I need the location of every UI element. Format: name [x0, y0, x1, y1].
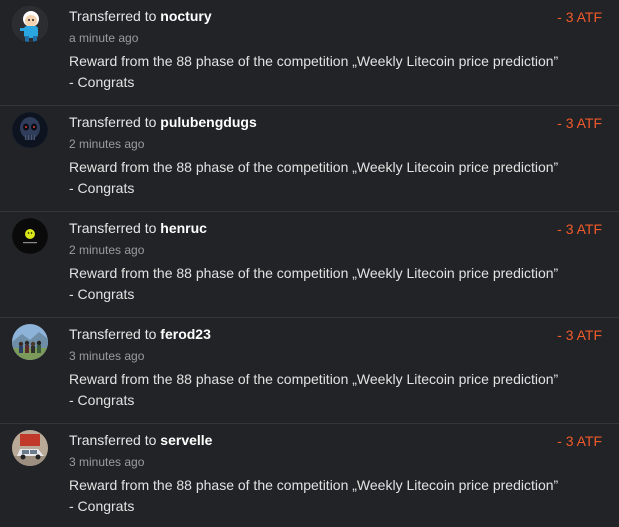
transaction-message: Reward from the 88 phase of the competit… [69, 53, 559, 90]
transaction-title: Transferred to pulubengdugs [69, 113, 549, 131]
recipient-username[interactable]: pulubengdugs [160, 114, 256, 130]
transaction-time: 2 minutes ago [69, 137, 145, 151]
recipient-username[interactable]: noctury [160, 8, 211, 24]
transaction-content: Transferred to noctury a minute ago Rewa… [69, 7, 558, 93]
transaction-content: Transferred to servelle 3 minutes ago Re… [69, 431, 558, 517]
transfer-prefix: Transferred to [69, 432, 157, 448]
transaction-title: Transferred to servelle [69, 431, 549, 449]
cartoon-character-avatar[interactable] [12, 6, 48, 42]
transaction-time: 2 minutes ago [69, 243, 145, 257]
transaction-item: Transferred to henruc 2 minutes ago Rewa… [0, 212, 619, 318]
avatar-image [12, 430, 48, 466]
transaction-title: Transferred to henruc [69, 219, 549, 237]
transaction-content: Transferred to pulubengdugs 2 minutes ag… [69, 113, 558, 199]
transaction-amount: - 3 ATF [557, 433, 602, 449]
transfer-prefix: Transferred to [69, 220, 157, 236]
transaction-content: Transferred to ferod23 3 minutes ago Rew… [69, 325, 558, 411]
recipient-username[interactable]: servelle [160, 432, 212, 448]
car-photo-avatar[interactable] [12, 430, 48, 466]
transaction-message: Reward from the 88 phase of the competit… [69, 265, 559, 302]
transaction-time: 3 minutes ago [69, 349, 145, 363]
transaction-amount: - 3 ATF [557, 327, 602, 343]
transaction-content: Transferred to henruc 2 minutes ago Rewa… [69, 219, 558, 305]
transaction-item: Transferred to servelle 3 minutes ago Re… [0, 424, 619, 527]
transfer-prefix: Transferred to [69, 114, 157, 130]
avatar-image [12, 112, 48, 148]
transaction-item: Transferred to noctury a minute ago Rewa… [0, 0, 619, 106]
transaction-time: a minute ago [69, 31, 139, 45]
transaction-item: Transferred to pulubengdugs 2 minutes ag… [0, 106, 619, 212]
transaction-item: Transferred to ferod23 3 minutes ago Rew… [0, 318, 619, 424]
transfer-prefix: Transferred to [69, 326, 157, 342]
transaction-message: Reward from the 88 phase of the competit… [69, 371, 559, 408]
transaction-amount: - 3 ATF [557, 221, 602, 237]
skull-avatar[interactable] [12, 112, 48, 148]
transaction-message: Reward from the 88 phase of the competit… [69, 159, 559, 196]
recipient-username[interactable]: ferod23 [160, 326, 211, 342]
transaction-amount: - 3 ATF [557, 9, 602, 25]
transaction-message: Reward from the 88 phase of the competit… [69, 477, 559, 514]
yellow-logo-avatar[interactable] [12, 218, 48, 254]
recipient-username[interactable]: henruc [160, 220, 207, 236]
avatar-image [12, 6, 48, 42]
transfer-prefix: Transferred to [69, 8, 157, 24]
transaction-feed: Transferred to noctury a minute ago Rewa… [0, 0, 619, 527]
transaction-time: 3 minutes ago [69, 455, 145, 469]
avatar-image [12, 218, 48, 254]
transaction-title: Transferred to noctury [69, 7, 549, 25]
avatar-image [12, 324, 48, 360]
group-photo-avatar[interactable] [12, 324, 48, 360]
transaction-title: Transferred to ferod23 [69, 325, 549, 343]
transaction-amount: - 3 ATF [557, 115, 602, 131]
